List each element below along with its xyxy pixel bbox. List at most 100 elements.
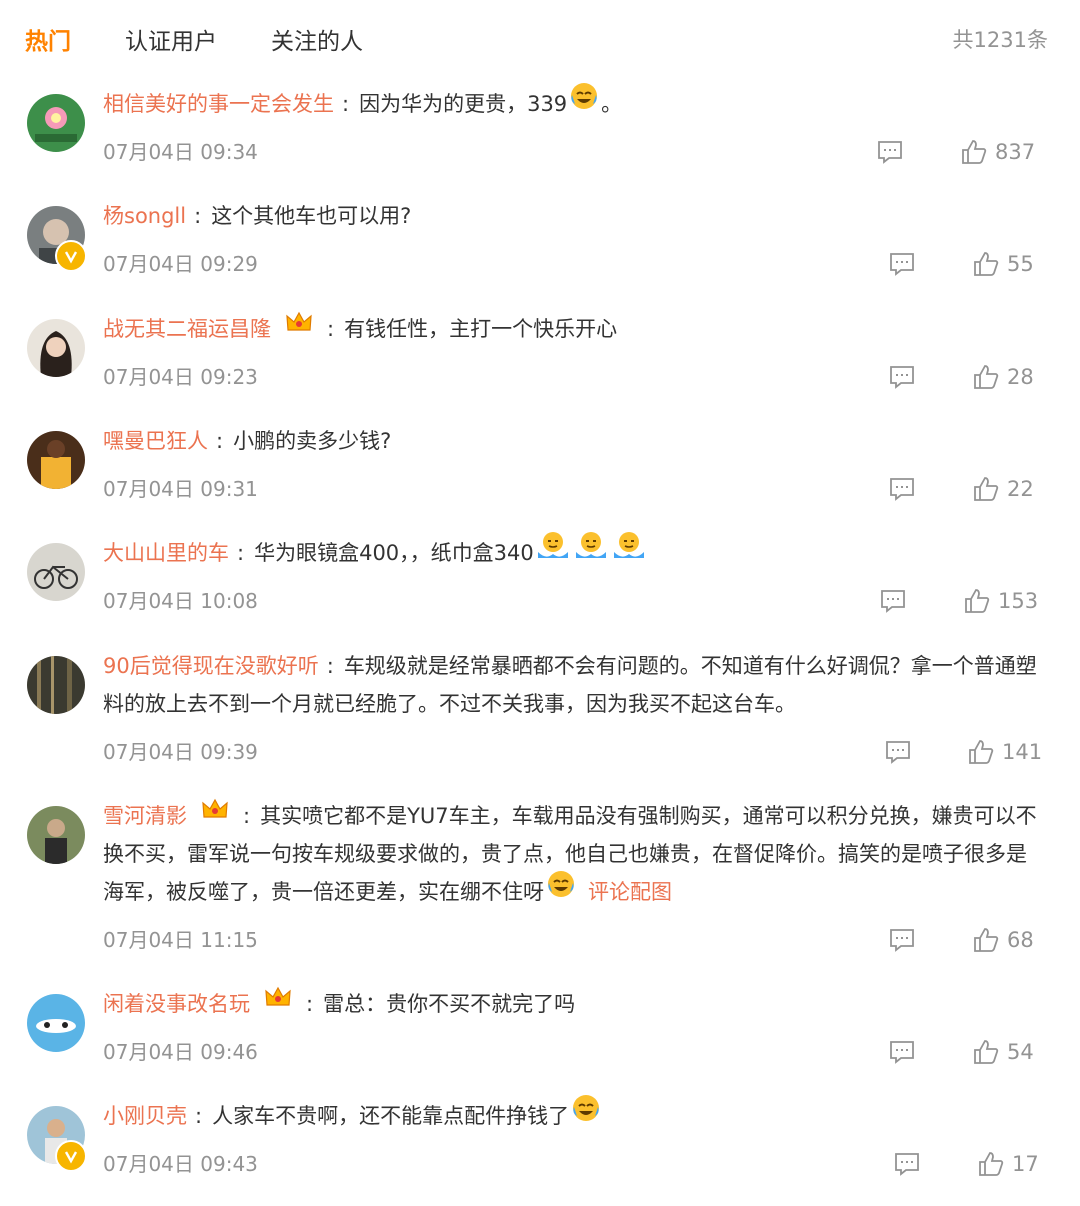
like-button[interactable]: 68 [973,927,1034,953]
like-count: 54 [1007,1040,1034,1064]
reply-icon[interactable] [885,740,911,764]
username-link[interactable]: 嘿曼巴狂人 [103,429,208,453]
crown-icon [264,983,292,1021]
avatar[interactable] [27,656,85,714]
comment-text: 相信美好的事一定会发生: 因为华为的更贵，339。 [103,83,1044,123]
like-count: 22 [1007,477,1034,501]
comment-body: 因为华为的更贵，339 [359,92,568,116]
bicycle-avatar-image [27,543,85,601]
thumbs-up-icon [974,365,999,389]
reply-icon[interactable] [880,589,906,613]
avatar[interactable] [27,431,85,489]
username-link[interactable]: 杨songll [103,204,186,228]
thumbs-up-icon [962,140,987,164]
verified-badge-icon [55,240,87,272]
avatar[interactable] [27,319,85,377]
comment-timestamp: 07月04日 09:29 [103,252,258,276]
reply-icon[interactable] [889,1040,915,1064]
username-link[interactable]: 闲着没事改名玩 [103,992,250,1016]
like-button[interactable]: 17 [978,1151,1039,1177]
basketball-player-avatar-image [27,431,85,489]
avatar[interactable] [27,543,85,601]
comment-total-count: 共1231条 [952,28,1048,52]
like-button[interactable]: 837 [961,139,1035,165]
shrug-icon [612,530,646,572]
comment-timestamp: 07月04日 09:46 [103,1040,258,1064]
portrait-avatar-image [27,806,85,864]
reply-icon[interactable] [889,365,915,389]
like-count: 17 [1012,1152,1039,1176]
comment-timestamp: 07月04日 09:31 [103,477,258,501]
comment-text: 大山山里的车: 华为眼镜盒400，，纸巾盒340 [103,532,1044,572]
username-link[interactable]: 小刚贝壳 [103,1104,187,1128]
comment-body: 这个其他车也可以用? [211,204,412,228]
like-button[interactable]: 55 [973,251,1034,277]
like-button[interactable]: 54 [973,1039,1034,1065]
comment-body: 有钱任性，主打一个快乐开心 [344,317,618,341]
shrug-icon [574,530,608,572]
forest-avatar-image [27,656,85,714]
thumbs-up-icon [974,1040,999,1064]
tab-hot[interactable]: 热门 [25,22,71,56]
comment-tabs: 热门 认证用户 关注的人 共1231条 [0,0,1080,76]
comment-image-link[interactable]: 评论配图 [588,880,672,904]
comment-text: 嘿曼巴狂人: 小鹏的卖多少钱? [103,429,392,453]
username-link[interactable]: 90后觉得现在没歌好听 [103,654,319,678]
reply-icon[interactable] [889,928,915,952]
username-link[interactable]: 大山山里的车 [103,541,229,565]
comment-text: 小刚贝壳: 人家车不贵啊，还不能靠点配件挣钱了 [103,1095,1044,1135]
comment-timestamp: 07月04日 11:15 [103,928,258,952]
reply-icon[interactable] [894,1152,920,1176]
crown-icon [201,795,229,833]
tab-verified-users[interactable]: 认证用户 [125,22,217,56]
like-button[interactable]: 28 [973,364,1034,390]
comment-body: 小鹏的卖多少钱? [233,429,392,453]
comment-body: 华为眼镜盒400，，纸巾盒340 [254,541,534,565]
like-count: 28 [1007,365,1034,389]
crown-icon [285,308,313,346]
comment-text: 90后觉得现在没歌好听: 车规级就是经常暴晒都不会有问题的。不知道有什么好调侃？拿… [103,654,1037,716]
like-count: 141 [1002,740,1043,764]
username-link[interactable]: 相信美好的事一定会发生 [103,92,334,116]
laugh-cry-icon [546,869,576,911]
like-count: 68 [1007,928,1034,952]
avatar[interactable] [27,1106,87,1172]
like-count: 153 [998,589,1039,613]
lotus-avatar-image [27,94,85,152]
reply-icon[interactable] [877,140,903,164]
comment-body: 雷总：贵你不买不就完了吗 [323,992,576,1016]
comment-text: 闲着没事改名玩: 雷总：贵你不买不就完了吗 [103,985,1044,1023]
comment-timestamp: 07月04日 09:23 [103,365,258,389]
laugh-cry-icon [571,1093,601,1135]
like-button[interactable]: 141 [968,739,1042,765]
comment-text: 雪河清影: 其实喷它都不是YU7车主，车载用品没有强制购买，通常可以积分兑换，嫌贵… [103,797,1044,911]
tab-following[interactable]: 关注的人 [271,22,363,56]
like-button[interactable]: 22 [973,476,1034,502]
comment-timestamp: 07月04日 10:08 [103,589,258,613]
username-link[interactable]: 雪河清影 [103,804,187,828]
comment-body-suffix: 。 [601,92,623,116]
username-link[interactable]: 战无其二福运昌隆 [103,317,271,341]
reply-icon[interactable] [889,477,915,501]
comment-body: 人家车不贵啊，还不能靠点配件挣钱了 [212,1104,570,1128]
comment-timestamp: 07月04日 09:39 [103,740,258,764]
thumbs-up-icon [974,928,999,952]
thumbs-up-icon [979,1152,1004,1176]
thumbs-up-icon [974,477,999,501]
avatar[interactable] [27,206,87,272]
avatar[interactable] [27,806,85,864]
avatar[interactable] [27,994,85,1052]
like-count: 837 [995,140,1036,164]
verified-badge-icon [55,1140,87,1172]
thumbs-up-icon [969,740,994,764]
portrait-avatar-image [27,319,85,377]
reply-icon[interactable] [889,252,915,276]
laugh-cry-icon [569,81,599,123]
like-button[interactable]: 153 [964,588,1038,614]
thumbs-up-icon [974,252,999,276]
cartoon-avatar-image [27,994,85,1052]
comment-text: 杨songll: 这个其他车也可以用? [103,204,412,228]
comment-text: 战无其二福运昌隆: 有钱任性，主打一个快乐开心 [103,310,1044,348]
avatar[interactable] [27,94,85,152]
shrug-icon [536,530,570,572]
